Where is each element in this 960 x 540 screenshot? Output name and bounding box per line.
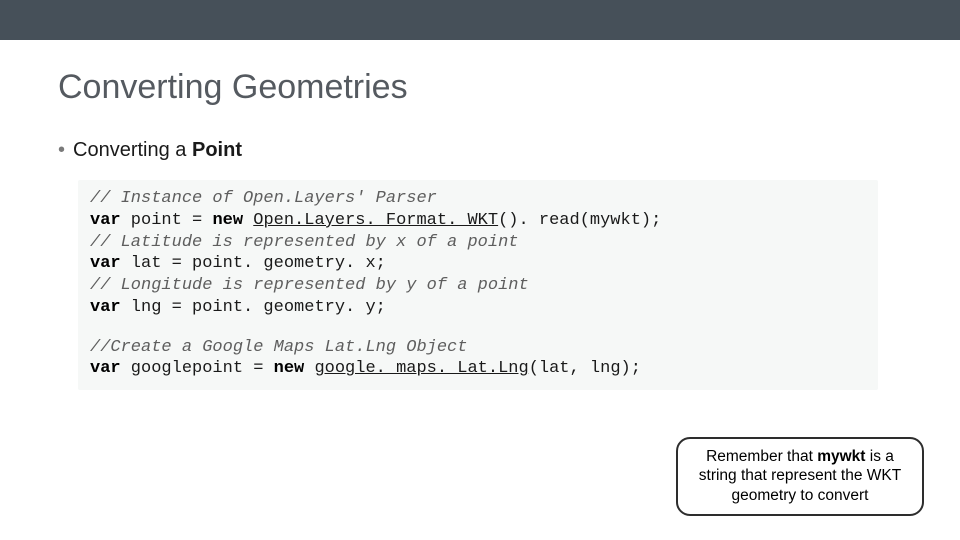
title-bar — [0, 0, 960, 40]
note-text-b: mywkt — [817, 448, 865, 465]
code-space — [304, 359, 314, 378]
code-text: point = — [121, 211, 213, 230]
code-space — [243, 211, 253, 230]
note-callout: Remember that mywkt is a string that rep… — [676, 437, 924, 516]
code-line-7: //Create a Google Maps Lat.Lng Object — [90, 337, 866, 359]
code-text: lng = point. geometry. y; — [121, 298, 386, 317]
bullet-text-a: Converting a — [73, 139, 192, 161]
code-line-3: // Latitude is represented by x of a poi… — [90, 232, 866, 254]
bullet-point: • Converting a Point — [58, 139, 960, 162]
code-text: (). read(mywkt); — [498, 211, 661, 230]
code-line-2: var point = new Open.Layers. Format. WKT… — [90, 210, 866, 232]
code-gap — [90, 319, 866, 337]
code-text: googlepoint = — [121, 359, 274, 378]
code-text: (lat, lng); — [529, 359, 641, 378]
code-line-1: // Instance of Open.Layers' Parser — [90, 188, 866, 210]
code-new: new — [274, 359, 305, 378]
code-var: var — [90, 359, 121, 378]
code-underline: Open.Layers. Format. WKT — [253, 211, 498, 230]
code-var: var — [90, 254, 121, 273]
code-block: // Instance of Open.Layers' Parser var p… — [78, 180, 878, 390]
code-text: lat = point. geometry. x; — [121, 254, 386, 273]
note-text-a: Remember that — [706, 448, 817, 465]
bullet-dot: • — [58, 139, 65, 161]
code-var: var — [90, 211, 121, 230]
bullet-text-b: Point — [192, 139, 242, 161]
code-underline: google. maps. Lat.Lng — [314, 359, 528, 378]
code-line-6: var lng = point. geometry. y; — [90, 297, 866, 319]
code-comment: // Latitude is represented by x of a poi… — [90, 233, 518, 252]
code-comment: //Create a Google Maps Lat.Lng Object — [90, 338, 467, 357]
slide-title: Converting Geometries — [58, 68, 960, 107]
code-line-5: // Longitude is represented by y of a po… — [90, 275, 866, 297]
code-line-4: var lat = point. geometry. x; — [90, 253, 866, 275]
code-line-8: var googlepoint = new google. maps. Lat.… — [90, 358, 866, 380]
code-new: new — [212, 211, 243, 230]
code-comment: // Instance of Open.Layers' Parser — [90, 189, 437, 208]
code-comment: // Longitude is represented by y of a po… — [90, 276, 529, 295]
code-var: var — [90, 298, 121, 317]
